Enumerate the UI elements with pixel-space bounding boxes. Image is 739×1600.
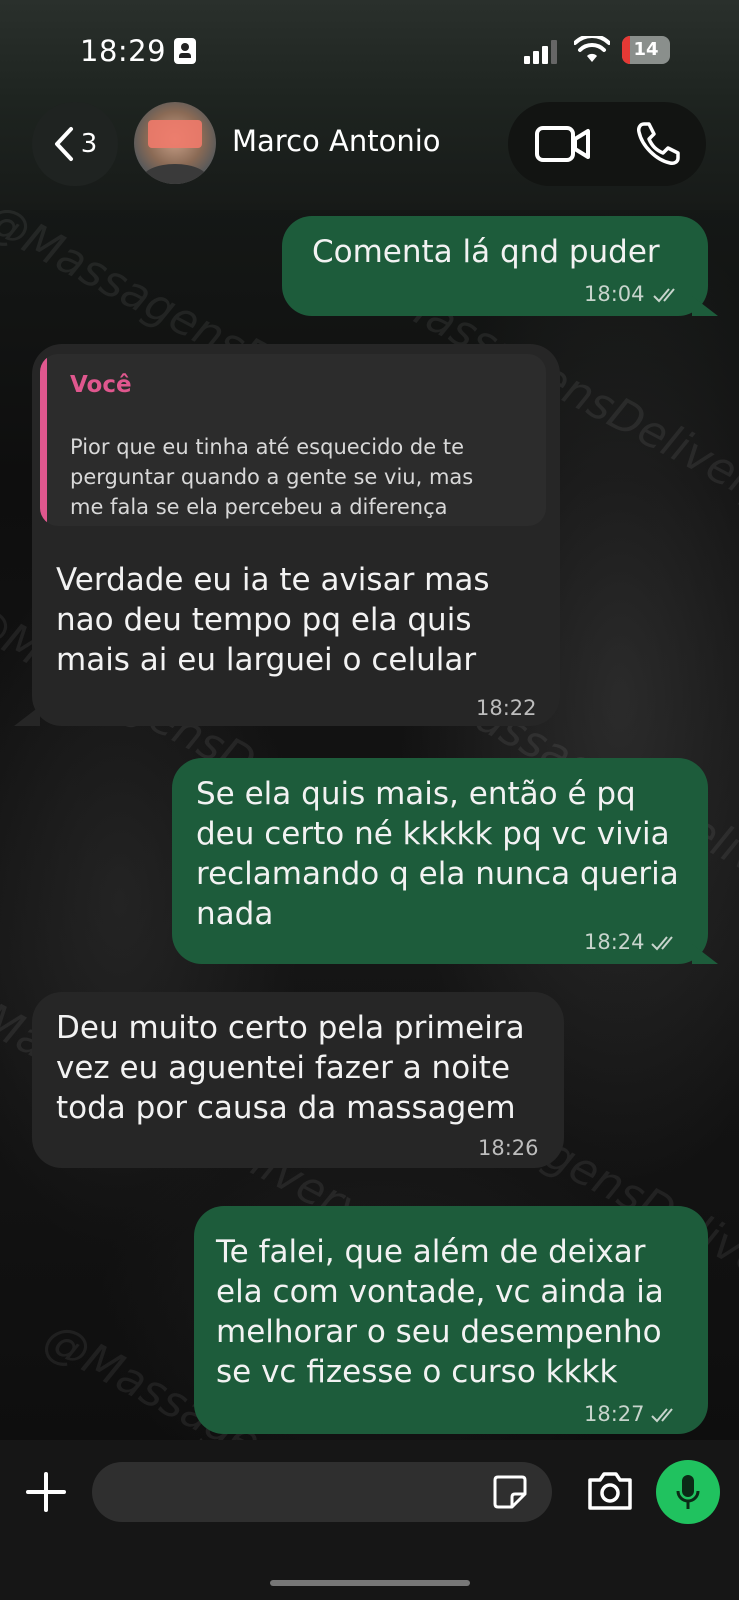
message-bubble-outgoing[interactable]: Se ela quis mais, então é pq deu certo n… — [172, 758, 718, 964]
message-text: Te falei, que além de deixar — [216, 1234, 646, 1270]
contact-name[interactable]: Marco Antonio — [232, 124, 441, 158]
message-time: 18:26 — [478, 1136, 539, 1160]
status-bar: 18:29 14 — [0, 0, 739, 100]
quoted-text: me fala se ela percebeu a diferença — [70, 495, 448, 519]
message-text: Comenta lá qnd puder — [312, 234, 660, 270]
voice-record-button[interactable] — [656, 1460, 720, 1524]
contact-card-icon — [174, 38, 196, 64]
video-call-icon[interactable] — [534, 122, 592, 166]
camera-icon[interactable] — [586, 1470, 634, 1512]
read-receipt-icon — [653, 288, 675, 303]
message-text: reclamando q ela nunca queria — [196, 856, 679, 892]
message-text: vez eu aguentei fazer a noite — [56, 1050, 511, 1086]
message-text: deu certo né kkkkk pq vc vivia — [196, 816, 670, 852]
chevron-left-icon — [54, 127, 73, 161]
message-text: melhorar o seu desempenho — [216, 1314, 662, 1350]
microphone-icon — [676, 1475, 700, 1509]
message-text: Se ela quis mais, então é pq — [196, 776, 636, 812]
quoted-text: perguntar quando a gente se viu, mas — [70, 465, 474, 489]
battery-level: 14 — [633, 39, 659, 60]
message-text: Deu muito certo pela primeira — [56, 1010, 525, 1046]
message-text: Verdade eu ia te avisar mas — [56, 562, 490, 598]
cellular-signal-icon — [524, 40, 564, 64]
plus-icon[interactable] — [24, 1470, 68, 1514]
quoted-text: Pior que eu tinha até esquecido de te — [70, 435, 464, 459]
sticker-icon[interactable] — [492, 1474, 528, 1510]
message-bubble-incoming[interactable]: Deu muito certo pela primeira vez eu agu… — [32, 992, 564, 1168]
message-input[interactable] — [92, 1462, 552, 1522]
status-time: 18:29 — [80, 34, 167, 68]
chat-header: 3 Marco Antonio — [0, 100, 739, 210]
message-bubble-incoming[interactable]: Você Pior que eu tinha até esquecido de … — [14, 344, 560, 726]
message-time: 18:22 — [476, 696, 537, 720]
back-button[interactable]: 3 — [32, 102, 118, 186]
wifi-icon — [574, 36, 610, 62]
message-text: mais ai eu larguei o celular — [56, 642, 477, 678]
avatar-shirt — [142, 164, 208, 184]
home-indicator[interactable] — [270, 1580, 470, 1586]
quoted-message[interactable]: Você Pior que eu tinha até esquecido de … — [40, 354, 546, 526]
message-time: 18:04 — [584, 282, 645, 306]
quoted-author: Você — [70, 372, 132, 398]
message-time: 18:27 — [584, 1402, 645, 1426]
message-time: 18:24 — [584, 930, 645, 954]
message-bubble-outgoing[interactable]: Comenta lá qnd puder 18:04 — [282, 216, 718, 316]
avatar[interactable] — [134, 102, 216, 184]
call-actions — [508, 102, 706, 186]
message-text: nada — [196, 896, 274, 932]
phone-icon[interactable] — [634, 120, 682, 168]
quote-accent-bar — [40, 354, 47, 526]
battery-indicator: 14 — [622, 36, 670, 64]
read-receipt-icon — [651, 936, 673, 951]
message-text: nao deu tempo pq ela quis — [56, 602, 472, 638]
message-text: ela com vontade, vc ainda ia — [216, 1274, 664, 1310]
avatar-censor-block — [148, 120, 202, 148]
message-text: se vc fizesse o curso kkkk — [216, 1354, 618, 1390]
message-composer — [0, 1440, 739, 1600]
read-receipt-icon — [651, 1408, 673, 1423]
message-bubble-outgoing[interactable]: Te falei, que além de deixar ela com von… — [194, 1206, 708, 1434]
message-text: toda por causa da massagem — [56, 1090, 516, 1126]
unread-count: 3 — [80, 129, 98, 159]
